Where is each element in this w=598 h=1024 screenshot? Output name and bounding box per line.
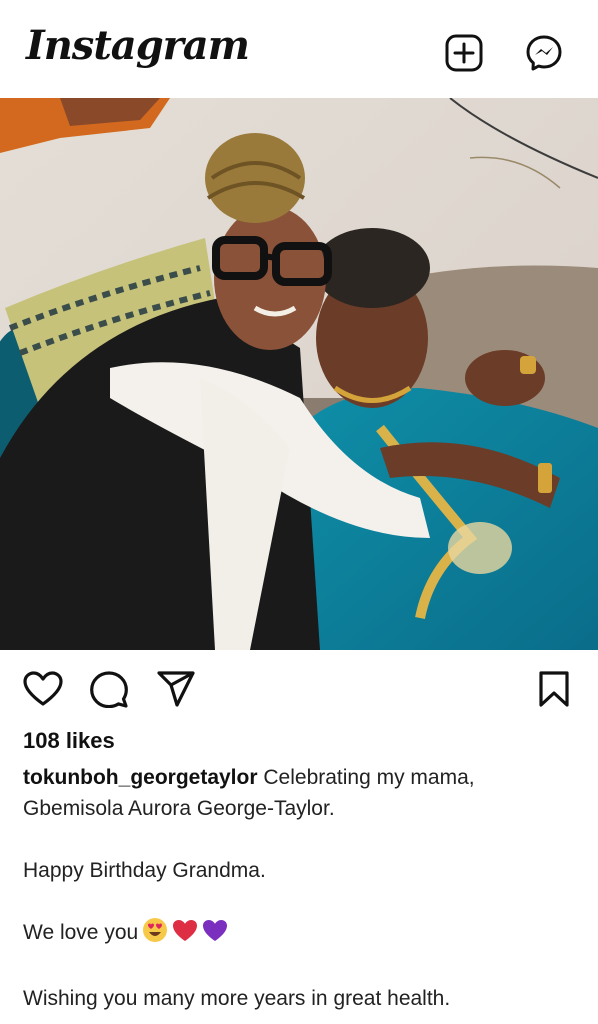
caption-wish: Wishing you many more years in great hea… <box>23 987 451 1010</box>
caption-birthday: Happy Birthday Grandma. <box>23 859 266 882</box>
post-photo-image <box>0 98 598 650</box>
caption-love-text: We love you <box>23 921 139 944</box>
heart-eyes-emoji <box>142 917 168 952</box>
like-button[interactable] <box>22 669 64 709</box>
messenger-icon <box>526 35 562 71</box>
instagram-logo[interactable]: Instagram <box>26 22 250 69</box>
paper-plane-icon <box>157 671 195 707</box>
heart-icon <box>23 671 63 706</box>
caption-username[interactable]: tokunboh_georgetaylor <box>23 766 258 789</box>
caption-love-line: We love you <box>23 917 583 952</box>
new-post-button[interactable] <box>444 33 484 73</box>
messenger-button[interactable] <box>524 33 564 73</box>
likes-count[interactable]: 108 likes <box>23 728 115 754</box>
post-action-bar <box>0 660 598 718</box>
app-header: Instagram <box>0 0 598 98</box>
comment-button[interactable] <box>88 669 130 709</box>
purple-heart-emoji <box>202 919 228 952</box>
post-photo[interactable] <box>0 98 598 650</box>
bookmark-icon <box>539 671 569 707</box>
plus-square-icon <box>445 34 483 72</box>
red-heart-emoji <box>172 919 198 952</box>
post-caption: tokunboh_georgetaylor Celebrating my mam… <box>23 762 583 1014</box>
caption-line-2: Gbemisola Aurora George-Taylor. <box>23 797 335 820</box>
share-button[interactable] <box>155 669 197 709</box>
comment-icon <box>90 671 128 708</box>
caption-line-1: Celebrating my mama, <box>263 766 475 789</box>
save-button[interactable] <box>533 669 575 709</box>
